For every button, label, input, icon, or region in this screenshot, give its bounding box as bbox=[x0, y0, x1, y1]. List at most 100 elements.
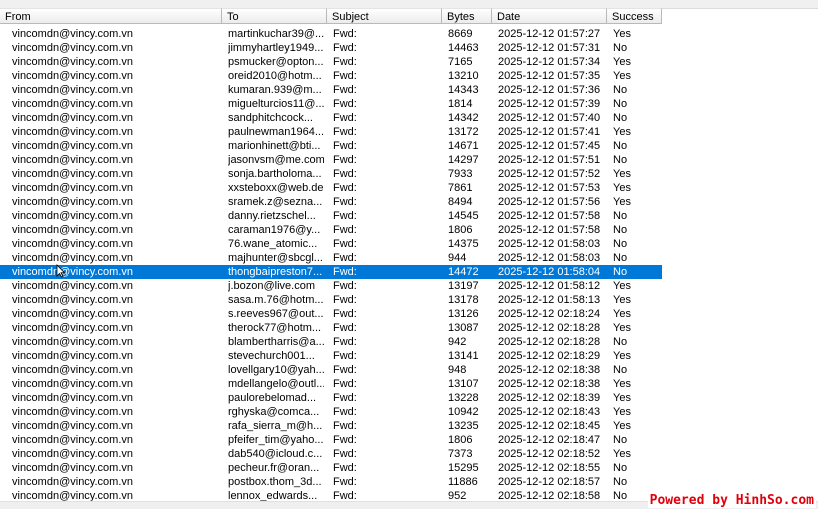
table-row[interactable]: vincomdn@vincy.com.vn sonja.bartholoma...… bbox=[0, 167, 662, 181]
cell-subject: Fwd: bbox=[333, 462, 357, 474]
table-row[interactable]: vincomdn@vincy.com.vn paulorebelomad... Fw… bbox=[0, 391, 662, 405]
cell-date: 2025-12-12 01:57:40 bbox=[498, 112, 601, 124]
table-row[interactable]: vincomdn@vincy.com.vn rghyska@comca... Fwd… bbox=[0, 405, 662, 419]
column-header-to[interactable]: To bbox=[222, 8, 327, 24]
column-header-bytes[interactable]: Bytes bbox=[442, 8, 492, 24]
cell-subject: Fwd: bbox=[333, 98, 357, 110]
column-header-date[interactable]: Date bbox=[492, 8, 607, 24]
cell-subject: Fwd: bbox=[333, 294, 357, 306]
cell-success: No bbox=[613, 238, 628, 250]
table-row[interactable]: vincomdn@vincy.com.vn sramek.z@sezna... Fw… bbox=[0, 195, 662, 209]
cell-from: vincomdn@vincy.com.vn bbox=[12, 350, 133, 362]
cell-bytes: 13197 bbox=[448, 280, 479, 292]
cell-from: vincomdn@vincy.com.vn bbox=[12, 42, 133, 54]
table-row[interactable]: vincomdn@vincy.com.vn paulnewman1964... Fw… bbox=[0, 125, 662, 139]
table-row-selected[interactable]: vincomdn@vincy.com.vn thongbaipreston7...… bbox=[0, 265, 662, 279]
table-row[interactable]: vincomdn@vincy.com.vn pecheur.fr@oran... F… bbox=[0, 461, 662, 475]
table-row[interactable]: vincomdn@vincy.com.vn therock77@hotm... Fw… bbox=[0, 321, 662, 335]
cell-to: marionhinett@bti... bbox=[228, 140, 321, 152]
table-row[interactable]: vincomdn@vincy.com.vn sasa.m.76@hotm... Fw… bbox=[0, 293, 662, 307]
table-row[interactable]: vincomdn@vincy.com.vn xxsteboxx@web.de Fwd… bbox=[0, 181, 662, 195]
cell-bytes: 13087 bbox=[448, 322, 479, 334]
table-row[interactable]: vincomdn@vincy.com.vn pfeifer_tim@yaho...… bbox=[0, 433, 662, 447]
table-row[interactable]: vincomdn@vincy.com.vn dab540@icloud.c... F… bbox=[0, 447, 662, 461]
cell-success: Yes bbox=[613, 322, 631, 334]
column-header-from[interactable]: From bbox=[0, 8, 222, 24]
cell-success: Yes bbox=[613, 392, 631, 404]
cell-to: paulorebelomad... bbox=[228, 392, 317, 404]
table-row[interactable]: vincomdn@vincy.com.vn marionhinett@bti...… bbox=[0, 139, 662, 153]
table-row[interactable]: vincomdn@vincy.com.vn sandphitchcock... Fw… bbox=[0, 111, 662, 125]
table-row[interactable]: vincomdn@vincy.com.vn stevechurch001... Fw… bbox=[0, 349, 662, 363]
table-row[interactable]: vincomdn@vincy.com.vn postbox.thom_3d... F… bbox=[0, 475, 662, 489]
cell-subject: Fwd: bbox=[333, 378, 357, 390]
cell-date: 2025-12-12 02:18:38 bbox=[498, 364, 601, 376]
table-row[interactable]: vincomdn@vincy.com.vn jimmyhartley1949...… bbox=[0, 41, 662, 55]
cell-bytes: 13235 bbox=[448, 420, 479, 432]
table-row[interactable]: vincomdn@vincy.com.vn blambertharris@a...… bbox=[0, 335, 662, 349]
table-row[interactable]: vincomdn@vincy.com.vn jasonvsm@me.com Fwd:… bbox=[0, 153, 662, 167]
cell-to: jimmyhartley1949... bbox=[228, 42, 324, 54]
cell-date: 2025-12-12 01:57:41 bbox=[498, 126, 601, 138]
table-row[interactable]: vincomdn@vincy.com.vn martinkuchar39@... F… bbox=[0, 27, 662, 41]
cell-to: blambertharris@a... bbox=[228, 336, 324, 348]
cell-date: 2025-12-12 02:18:52 bbox=[498, 448, 601, 460]
table-row[interactable]: vincomdn@vincy.com.vn mdellangelo@outl...… bbox=[0, 377, 662, 391]
cell-from: vincomdn@vincy.com.vn bbox=[12, 70, 133, 82]
table-row[interactable]: vincomdn@vincy.com.vn 76.wane_atomic... Fw… bbox=[0, 237, 662, 251]
cell-subject: Fwd: bbox=[333, 350, 357, 362]
cell-date: 2025-12-12 01:57:34 bbox=[498, 56, 601, 68]
cell-date: 2025-12-12 01:57:36 bbox=[498, 84, 601, 96]
cell-success: No bbox=[613, 224, 628, 236]
table-row[interactable]: vincomdn@vincy.com.vn kumaran.939@m... Fwd… bbox=[0, 83, 662, 97]
cell-bytes: 948 bbox=[448, 364, 467, 376]
cell-date: 2025-12-12 02:18:24 bbox=[498, 308, 601, 320]
column-header-success[interactable]: Success bbox=[607, 8, 662, 24]
cell-date: 2025-12-12 01:57:45 bbox=[498, 140, 601, 152]
table-row[interactable]: vincomdn@vincy.com.vn caraman1976@y... Fwd… bbox=[0, 223, 662, 237]
cell-to: thongbaipreston7... bbox=[228, 266, 323, 278]
table-row[interactable]: vincomdn@vincy.com.vn psmucker@opton... Fw… bbox=[0, 55, 662, 69]
cell-to: 76.wane_atomic... bbox=[228, 238, 318, 250]
cell-from: vincomdn@vincy.com.vn bbox=[12, 406, 133, 418]
table-row[interactable]: vincomdn@vincy.com.vn miguelturcios11@...… bbox=[0, 97, 662, 111]
table-row[interactable]: vincomdn@vincy.com.vn j.bozon@live.com Fwd… bbox=[0, 279, 662, 293]
cell-subject: Fwd: bbox=[333, 322, 357, 334]
column-header: From To Subject Bytes Date Success bbox=[0, 8, 662, 25]
cell-subject: Fwd: bbox=[333, 210, 357, 222]
table-row[interactable]: vincomdn@vincy.com.vn lovellgary10@yah...… bbox=[0, 363, 662, 377]
cell-from: vincomdn@vincy.com.vn bbox=[12, 294, 133, 306]
cell-bytes: 7373 bbox=[448, 448, 473, 460]
table-row[interactable]: vincomdn@vincy.com.vn rafa_sierra_m@h... F… bbox=[0, 419, 662, 433]
cell-date: 2025-12-12 02:18:43 bbox=[498, 406, 601, 418]
cell-bytes: 14472 bbox=[448, 266, 479, 278]
cell-success: Yes bbox=[613, 308, 631, 320]
cell-bytes: 944 bbox=[448, 252, 467, 264]
table-row[interactable]: vincomdn@vincy.com.vn oreid2010@hotm... Fw… bbox=[0, 69, 662, 83]
cell-success: No bbox=[613, 336, 628, 348]
table-row[interactable]: vincomdn@vincy.com.vn danny.rietzschel...… bbox=[0, 209, 662, 223]
cell-success: Yes bbox=[613, 420, 631, 432]
cell-from: vincomdn@vincy.com.vn bbox=[12, 28, 133, 40]
table-row[interactable]: vincomdn@vincy.com.vn majhunter@sbcgl... F… bbox=[0, 251, 662, 265]
watermark: Powered by HinhSo.com bbox=[647, 493, 816, 508]
cell-success: Yes bbox=[613, 448, 631, 460]
cell-bytes: 8669 bbox=[448, 28, 473, 40]
cell-subject: Fwd: bbox=[333, 182, 357, 194]
cell-subject: Fwd: bbox=[333, 280, 357, 292]
cell-subject: Fwd: bbox=[333, 476, 357, 488]
table-row[interactable]: vincomdn@vincy.com.vn s.reeves967@out... F… bbox=[0, 307, 662, 321]
cell-date: 2025-12-12 01:58:04 bbox=[498, 266, 601, 278]
cell-subject: Fwd: bbox=[333, 364, 357, 376]
column-header-subject[interactable]: Subject bbox=[327, 8, 442, 24]
cell-success: Yes bbox=[613, 406, 631, 418]
cell-date: 2025-12-12 01:58:03 bbox=[498, 238, 601, 250]
cell-date: 2025-12-12 01:58:12 bbox=[498, 280, 601, 292]
cell-to: pecheur.fr@oran... bbox=[228, 462, 320, 474]
cell-date: 2025-12-12 01:57:39 bbox=[498, 98, 601, 110]
cell-subject: Fwd: bbox=[333, 406, 357, 418]
cell-subject: Fwd: bbox=[333, 392, 357, 404]
cell-bytes: 7933 bbox=[448, 168, 473, 180]
cell-success: No bbox=[613, 98, 628, 110]
cell-date: 2025-12-12 01:57:58 bbox=[498, 210, 601, 222]
